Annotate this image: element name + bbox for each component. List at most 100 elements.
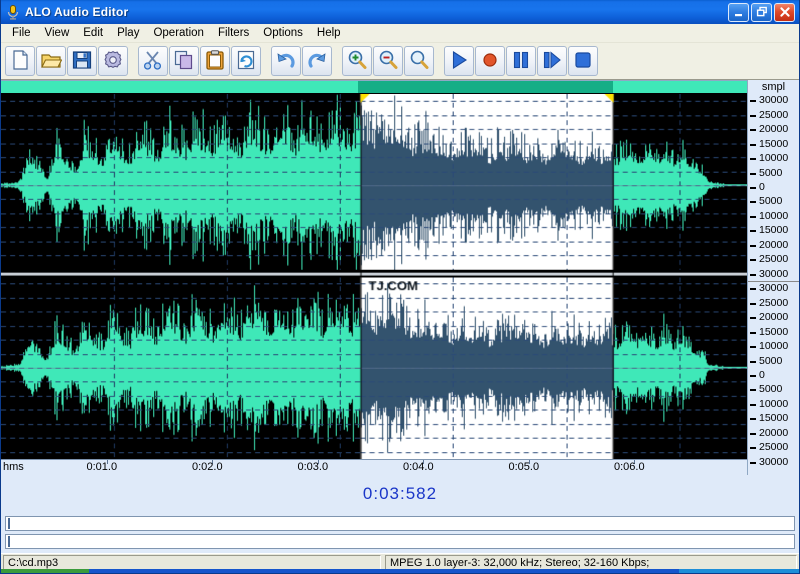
toolbar-button-play[interactable] [444,46,474,76]
taskbar-tasks[interactable] [89,569,679,573]
copy-icon [173,49,195,74]
time-ruler-label: 0:02.0 [192,461,223,473]
amplitude-tick-label: 15000 [759,412,788,424]
volume-bar[interactable] [5,534,795,549]
toolbar-button-refresh[interactable] [231,46,261,76]
toolbar-button-forward[interactable] [537,46,567,76]
close-button[interactable] [774,3,795,22]
record-icon [479,49,501,74]
amplitude-tick-mark [750,418,756,420]
amplitude-tick-mark [750,404,756,406]
time-ruler-label: 0:01.0 [87,461,118,473]
position-time-value: 0:03:582 [363,484,437,504]
menu-bar: FileViewEditPlayOperationFiltersOptionsH… [1,24,799,43]
toolbar-separator [129,46,138,76]
amplitude-scale: smpl 30000250002000015000100005000050001… [747,80,799,475]
toolbar-separator [435,46,444,76]
application-window: ALO Audio Editor FileViewEditPlayOperati… [0,0,800,574]
amplitude-tick: 5000 [748,362,799,363]
new-file-icon [9,49,31,74]
progress-bar-handle[interactable] [8,518,10,529]
menu-item-operation[interactable]: Operation [146,25,211,42]
menu-item-view[interactable]: View [38,25,77,42]
time-ruler-label: 0:03.0 [298,461,329,473]
toolbar-button-settings[interactable] [98,46,128,76]
menu-item-file[interactable]: File [5,25,38,42]
amplitude-tick: 25000 [748,260,799,261]
amplitude-tick-mark [750,230,756,232]
window-title: ALO Audio Editor [25,5,128,19]
overview-strip[interactable] [1,80,747,94]
zoom-in-icon [346,49,368,74]
amplitude-tick-mark [750,346,756,348]
minimize-button[interactable] [728,3,749,22]
refresh-page-icon [235,49,257,74]
toolbar-button-open[interactable] [36,46,66,76]
toolbar-button-zoom-full[interactable] [404,46,434,76]
gear-icon [102,49,124,74]
amplitude-tick-mark [750,115,756,117]
amplitude-tick-label: 30000 [759,268,788,280]
menu-item-edit[interactable]: Edit [76,25,110,42]
amplitude-tick-label: 10000 [759,398,788,410]
amplitude-tick-label: 25000 [759,253,788,265]
time-ruler[interactable]: hms 0:01.00:02.00:03.00:04.00:05.00:06.0 [1,459,747,475]
toolbar-button-pause[interactable] [506,46,536,76]
menu-item-filters[interactable]: Filters [211,25,256,42]
editor-area: hms 0:01.00:02.00:03.00:04.00:05.00:06.0… [1,80,799,475]
toolbar-button-stop[interactable] [568,46,598,76]
time-ruler-label: 0:06.0 [614,461,645,473]
amplitude-tick-mark [750,173,756,175]
toolbar-button-redo[interactable] [302,46,332,76]
stop-icon [572,49,594,74]
overview-selection[interactable] [358,81,612,93]
toolbar [1,43,799,80]
amplitude-tick: 30000 [748,289,799,290]
amplitude-tick: 5000 [748,390,799,391]
position-time-display: 0:03:582 [1,475,799,513]
amplitude-tick-mark [750,389,756,391]
toolbar-button-undo[interactable] [271,46,301,76]
toolbar-button-copy[interactable] [169,46,199,76]
window-controls [728,3,797,22]
toolbar-button-cut[interactable] [138,46,168,76]
toolbar-button-zoom-out[interactable] [373,46,403,76]
amplitude-tick-mark [750,332,756,334]
waveform-display[interactable] [1,94,747,459]
amplitude-tick-label: 5000 [759,355,782,367]
maximize-button[interactable] [751,3,772,22]
amplitude-tick-mark [750,216,756,218]
transport-bars [1,513,799,553]
menu-item-play[interactable]: Play [110,25,146,42]
amplitude-tick: 5000 [748,202,799,203]
open-folder-icon [40,49,62,74]
amplitude-tick: 15000 [748,333,799,334]
toolbar-button-save[interactable] [67,46,97,76]
undo-arrow-icon [275,49,297,74]
progress-bar[interactable] [5,516,795,531]
taskbar-start-button[interactable] [1,569,89,573]
amplitude-tick-label: 30000 [759,282,788,294]
toolbar-button-record[interactable] [475,46,505,76]
waveform-canvas[interactable] [1,94,747,459]
amplitude-tick: 30000 [748,275,799,276]
amplitude-tick-mark [750,375,756,377]
volume-bar-handle[interactable] [8,536,10,547]
microphone-icon [5,4,21,20]
menu-item-options[interactable]: Options [256,25,310,42]
amplitude-tick: 30000 [748,463,799,464]
scissors-cut-icon [142,49,164,74]
amplitude-tick-mark [750,259,756,261]
toolbar-button-zoom-in[interactable] [342,46,372,76]
toolbar-button-new[interactable] [5,46,35,76]
amplitude-tick-mark [750,144,756,146]
redo-arrow-icon [306,49,328,74]
amplitude-tick-mark [750,187,756,189]
amplitude-tick: 10000 [748,347,799,348]
desktop-taskbar [1,569,799,573]
menu-item-help[interactable]: Help [310,25,348,42]
toolbar-button-paste[interactable] [200,46,230,76]
amplitude-tick-mark [750,303,756,305]
amplitude-tick: 10000 [748,159,799,160]
taskbar-tray[interactable] [679,569,799,573]
